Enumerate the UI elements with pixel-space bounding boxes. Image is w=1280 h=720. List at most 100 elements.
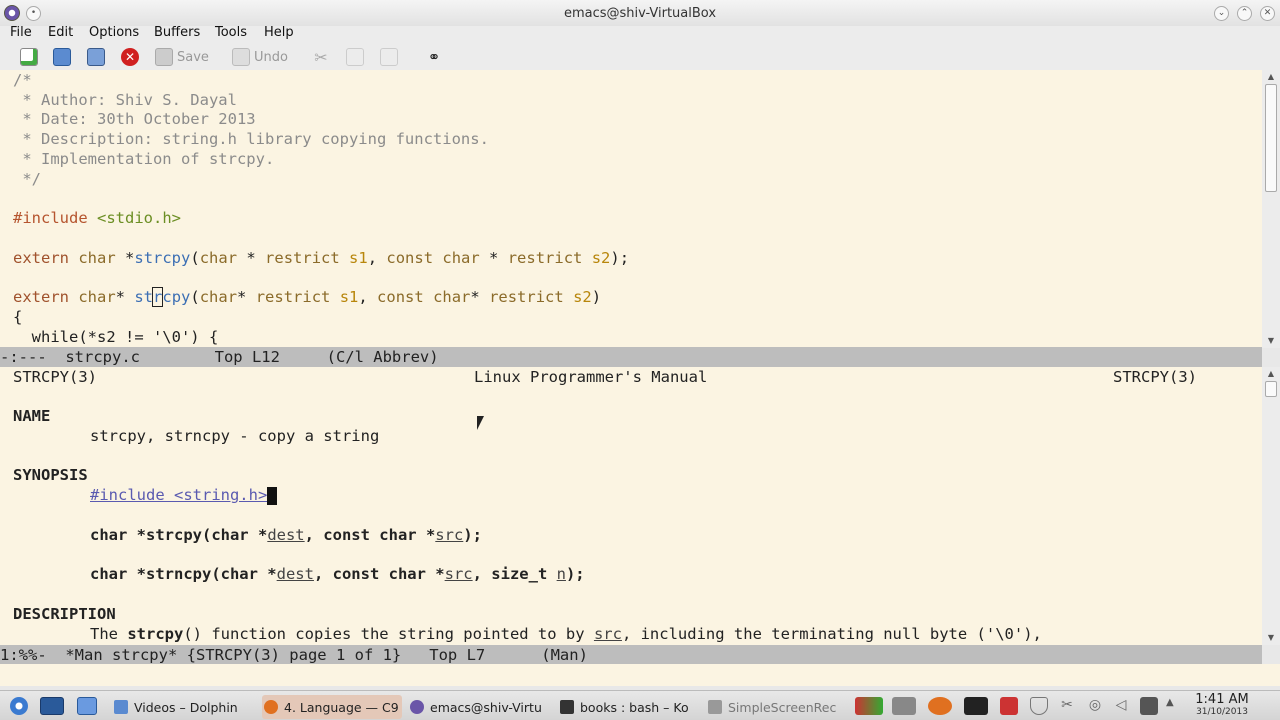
new-file-icon: [20, 48, 38, 66]
man-section-description: DESCRIPTION: [13, 605, 116, 623]
man-header-title: Linux Programmer's Manual: [474, 368, 708, 386]
man-description-text: The strcpy() function copies the string …: [90, 625, 1042, 643]
scrollbar-thumb[interactable]: [1265, 381, 1277, 397]
text-cursor: r: [151, 287, 164, 307]
echo-area: [0, 664, 1280, 686]
mouse-pointer-icon: [477, 416, 484, 430]
undo-label: Undo: [254, 49, 288, 65]
scroll-up-icon[interactable]: ▲: [1265, 72, 1277, 82]
task-screenrecorder[interactable]: SimpleScreenRec: [708, 695, 843, 719]
code-line: while(*s2 != '\0') {: [13, 328, 219, 346]
terminal-launcher-icon[interactable]: [964, 697, 988, 715]
man-buffer[interactable]: STRCPY(3) Linux Programmer's Manual STRC…: [0, 367, 1262, 645]
code-line: */: [13, 170, 41, 188]
save-label: Save: [177, 49, 209, 65]
code-line: {: [13, 308, 23, 326]
man-section-synopsis: SYNOPSIS: [13, 466, 88, 484]
clock[interactable]: 1:41 AM 31/10/2013: [1190, 692, 1254, 717]
code-line: extern char* strcpy(char* restrict s1, c…: [13, 287, 602, 307]
menu-edit[interactable]: Edit: [48, 25, 73, 40]
man-include-link[interactable]: #include <string.h>: [90, 485, 278, 505]
paste-button[interactable]: [380, 47, 398, 67]
code-line: /*: [13, 71, 32, 89]
scroll-down-icon[interactable]: ▼: [1265, 633, 1277, 643]
menu-buffers[interactable]: Buffers: [154, 25, 200, 40]
man-header: STRCPY(3): [13, 368, 97, 386]
code-scrollbar[interactable]: ▲ ▼: [1262, 70, 1280, 348]
task-firefox[interactable]: 4. Language — C9: [262, 695, 402, 719]
man-proto-strcpy: char *strcpy(char *dest, const char *src…: [90, 526, 482, 544]
copy-icon: [346, 48, 364, 66]
code-line: * Description: string.h library copying …: [13, 130, 489, 148]
dired-button[interactable]: [87, 47, 105, 67]
volume-icon[interactable]: ◁: [1112, 697, 1130, 715]
task-dolphin[interactable]: Videos – Dolphin: [114, 695, 254, 719]
save-button[interactable]: Save: [155, 47, 209, 67]
window-switcher-icon[interactable]: [77, 697, 97, 715]
terminal-icon: [560, 700, 574, 714]
code-modeline: -:--- strcpy.c Top L12 (C/l Abbrev): [0, 347, 1262, 367]
kde-menu-icon[interactable]: [10, 697, 28, 715]
show-desktop-icon[interactable]: [40, 697, 64, 715]
disk-icon: [87, 48, 105, 66]
search-button[interactable]: ⚭: [425, 47, 443, 67]
ruby-icon[interactable]: [1000, 697, 1018, 715]
binoculars-icon: ⚭: [427, 48, 441, 66]
lock-icon[interactable]: [1140, 697, 1158, 715]
maximize-button[interactable]: ⌃: [1237, 6, 1252, 21]
title-bar: • emacs@shiv-VirtualBox ⌄ ⌃ ✕: [0, 0, 1280, 26]
menu-options[interactable]: Options: [89, 25, 139, 40]
menu-bar: File Edit Options Buffers Tools Help: [0, 25, 1280, 44]
man-name-text: strcpy, strncpy - copy a string: [90, 427, 380, 445]
task-konsole[interactable]: books : bash – Ko: [560, 695, 700, 719]
network-icon[interactable]: ◎: [1086, 697, 1104, 715]
scroll-down-icon[interactable]: ▼: [1265, 336, 1277, 346]
man-scrollbar[interactable]: ▲ ▼: [1262, 367, 1280, 645]
firefox-icon: [264, 700, 278, 714]
menu-help[interactable]: Help: [264, 25, 294, 40]
emacs-icon: [410, 700, 424, 714]
man-proto-strncpy: char *strncpy(char *dest, const char *sr…: [90, 565, 585, 583]
minimize-button[interactable]: ⌄: [1214, 6, 1229, 21]
undo-button[interactable]: Undo: [232, 47, 288, 67]
close-button[interactable]: ✕: [1260, 6, 1275, 21]
folder-icon: [53, 48, 71, 66]
undo-icon: [232, 48, 250, 66]
open-file-button[interactable]: [53, 47, 71, 67]
apps-tray-icon[interactable]: [855, 697, 883, 715]
close-buffer-button[interactable]: ✕: [121, 47, 139, 67]
dolphin-icon: [114, 700, 128, 714]
scrollbar-thumb[interactable]: [1265, 84, 1277, 192]
shield-icon[interactable]: [1030, 697, 1048, 715]
new-file-button[interactable]: [20, 47, 38, 67]
tray-toggle-icon[interactable]: ▲: [1166, 697, 1176, 715]
code-line: * Date: 30th October 2013: [13, 110, 256, 128]
recorder-icon: [708, 700, 722, 714]
code-line: * Author: Shiv S. Dayal: [13, 91, 237, 109]
task-emacs[interactable]: emacs@shiv-Virtu: [410, 695, 550, 719]
close-circle-icon: ✕: [121, 48, 139, 66]
paste-icon: [380, 48, 398, 66]
scissors-icon: ✂: [314, 48, 328, 67]
man-header-right: STRCPY(3): [1113, 368, 1197, 386]
taskbar: Videos – Dolphin 4. Language — C9 emacs@…: [0, 690, 1280, 720]
clock-time: 1:41 AM: [1195, 692, 1249, 707]
save-icon: [155, 48, 173, 66]
man-modeline: 1:%%- *Man strcpy* {STRCPY(3) page 1 of …: [0, 645, 1262, 665]
clock-date: 31/10/2013: [1196, 707, 1248, 717]
code-buffer[interactable]: /* * Author: Shiv S. Dayal * Date: 30th …: [0, 70, 1262, 348]
menu-tools[interactable]: Tools: [215, 25, 247, 40]
code-line: extern char *strcpy(char * restrict s1, …: [13, 249, 630, 267]
cut-button[interactable]: ✂: [312, 47, 330, 67]
menu-file[interactable]: File: [10, 25, 32, 40]
firefox-launcher-icon[interactable]: [928, 697, 952, 715]
clipboard-icon[interactable]: ✂: [1058, 697, 1076, 715]
toolbar: ✕ Save Undo ✂ ⚭: [0, 44, 1280, 70]
window-title: emacs@shiv-VirtualBox: [563, 6, 717, 21]
scroll-up-icon[interactable]: ▲: [1265, 369, 1277, 379]
code-line: #include <stdio.h>: [13, 209, 181, 227]
package-icon[interactable]: [892, 697, 916, 715]
man-section-name: NAME: [13, 407, 51, 425]
code-line: * Implementation of strcpy.: [13, 150, 275, 168]
copy-button[interactable]: [346, 47, 364, 67]
